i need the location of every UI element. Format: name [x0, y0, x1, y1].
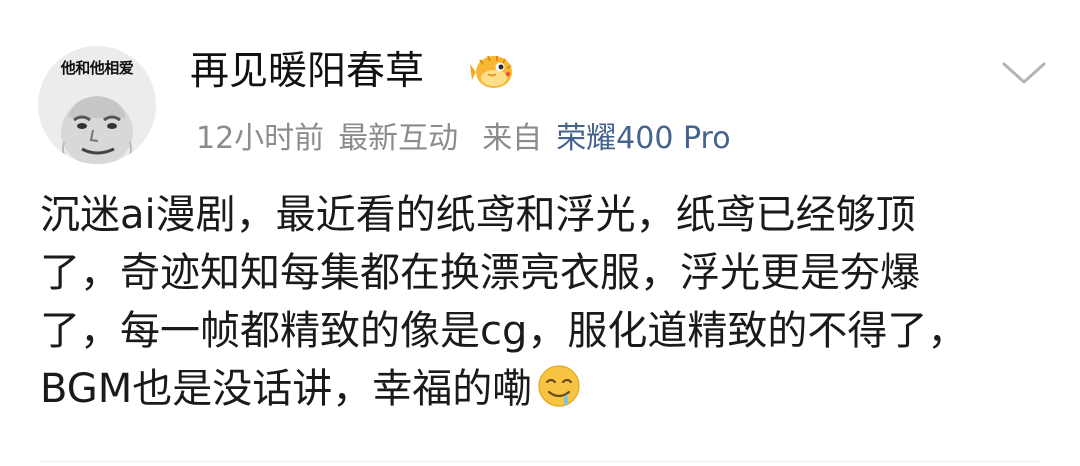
drooling-face-emoji-icon — [538, 365, 580, 407]
activity-label: 最新互动 — [338, 121, 459, 156]
post-meta: 12小时前 最新互动 来自 荣耀400 Pro — [196, 118, 731, 160]
post-text-line: 了，奇迹知知每集都在换漂亮衣服，浮光更是夯爆 — [40, 250, 920, 296]
username[interactable]: 再见暖阳春草 — [190, 46, 424, 98]
post-time: 12小时前 — [196, 121, 325, 156]
pufferfish-member-badge-icon[interactable] — [470, 52, 516, 92]
avatar-caption: 他和他相爱 — [60, 59, 134, 77]
device-link[interactable]: 荣耀400 Pro — [556, 118, 730, 160]
source-prefix: 来自 — [482, 121, 543, 156]
avatar[interactable]: 他和他相爱 — [38, 46, 156, 164]
post-body: 沉迷ai漫剧，最近看的纸鸢和浮光，纸鸢已经够顶 了，奇迹知知每集都在换漂亮衣服，… — [40, 186, 1050, 418]
post-text-line: 了，每一帧都精致的像是cg，服化道精致的不得了， — [40, 308, 968, 354]
post-text-line: 沉迷ai漫剧，最近看的纸鸢和浮光，纸鸢已经够顶 — [40, 192, 916, 238]
post-text-last-line: BGM也是没话讲，幸福的嘞 — [40, 360, 1050, 418]
divider — [40, 461, 1040, 462]
weibo-post-card: 他和他相爱 再见暖阳春草 12小时前 最新互动 来自 荣耀400 Pro 沉迷ai漫剧… — [0, 0, 1080, 466]
post-text-line: BGM也是没话讲，幸福的嘞 — [40, 366, 533, 412]
chevron-down-icon[interactable] — [1000, 58, 1048, 88]
